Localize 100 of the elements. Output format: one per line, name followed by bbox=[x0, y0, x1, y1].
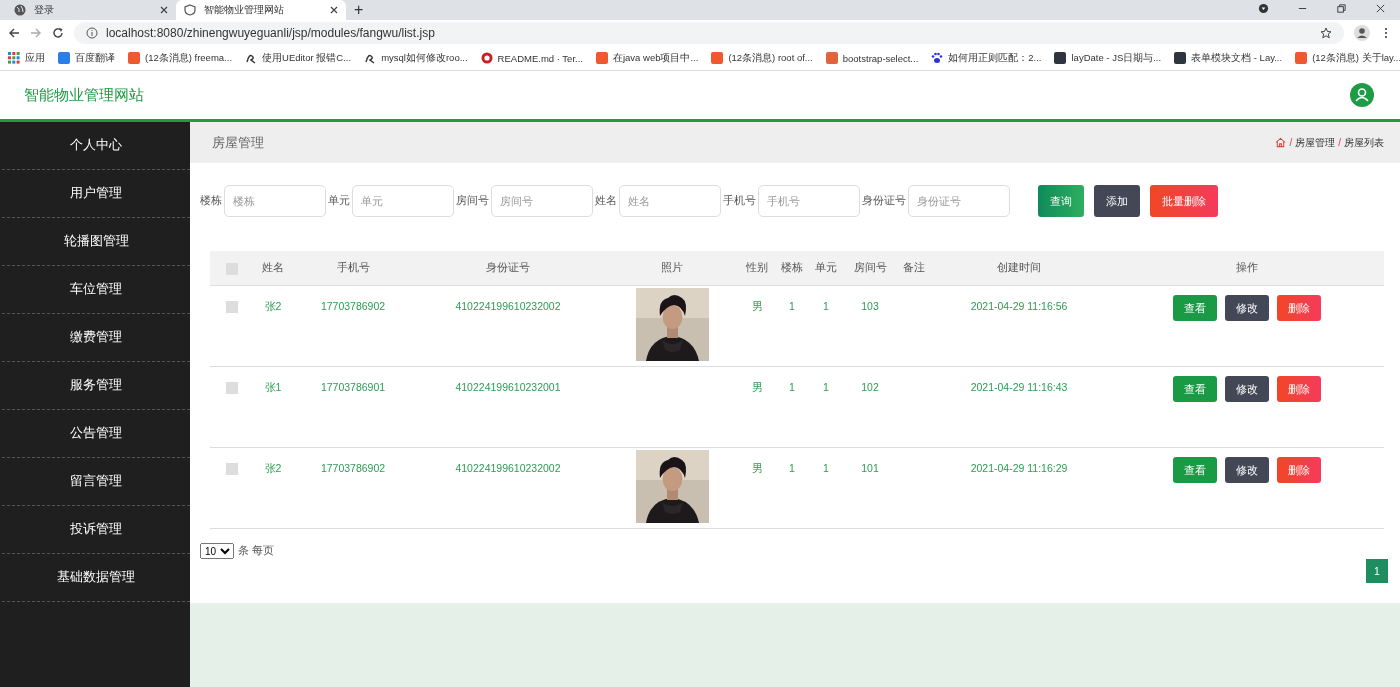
table-cell-text: 1 bbox=[822, 461, 830, 476]
star-icon[interactable] bbox=[1320, 27, 1332, 39]
table-cell-text: 2021-04-29 11:16:56 bbox=[969, 299, 1069, 314]
bookmark[interactable]: 如何用正则匹配：2... bbox=[931, 51, 1042, 65]
site-tile-icon bbox=[595, 52, 608, 64]
page-title: 房屋管理 bbox=[212, 133, 264, 152]
ring-icon bbox=[480, 52, 493, 64]
table-cell-text: 张2 bbox=[263, 461, 283, 476]
sidebar-item[interactable]: 服务管理 bbox=[2, 362, 190, 410]
page-button[interactable]: 1 bbox=[1366, 559, 1388, 583]
page-size-select[interactable]: 10 bbox=[200, 543, 234, 559]
bookmark[interactable]: 使用UEditor 报错C... bbox=[245, 51, 352, 65]
column-header: 手机号 bbox=[335, 261, 371, 275]
column-header: 房间号 bbox=[852, 261, 888, 275]
bookmark[interactable]: README.md · Ter... bbox=[480, 52, 583, 64]
filter-field[interactable]: 身份证号 bbox=[908, 185, 1010, 217]
sidebar-item[interactable]: 投诉管理 bbox=[2, 506, 190, 554]
restore-icon[interactable] bbox=[1336, 2, 1347, 14]
row-action-button[interactable]: 查看 bbox=[1173, 376, 1217, 402]
table-cell-text: 410224199610232002 bbox=[454, 461, 562, 476]
filter-label: 房间号 bbox=[456, 194, 489, 208]
table-cell-text: 1 bbox=[788, 380, 796, 395]
sidebar-item[interactable]: 车位管理 bbox=[2, 266, 190, 314]
home-icon[interactable] bbox=[1275, 137, 1287, 148]
filter-label: 身份证号 bbox=[862, 194, 906, 208]
tab-search-icon[interactable] bbox=[1258, 2, 1269, 14]
filter-label: 楼栋 bbox=[200, 194, 222, 208]
breadcrumb-link[interactable]: 房屋管理 bbox=[1295, 135, 1336, 150]
filter-field[interactable]: 楼栋 bbox=[224, 185, 326, 217]
bookmark[interactable]: (12条消息) root of... bbox=[711, 51, 813, 65]
action-button[interactable]: 查询 bbox=[1038, 185, 1084, 217]
close-icon[interactable] bbox=[330, 6, 338, 14]
action-button[interactable]: 批量删除 bbox=[1150, 185, 1218, 217]
table-cell-text: 男 bbox=[750, 380, 764, 395]
table-cell-text: 张2 bbox=[263, 299, 283, 314]
sidebar-item[interactable]: 留言管理 bbox=[2, 458, 190, 506]
apps-grid-icon bbox=[8, 52, 20, 64]
bookmark[interactable]: 在java web项目中... bbox=[595, 51, 699, 65]
new-tab-button[interactable]: + bbox=[354, 0, 364, 20]
site-tile-icon bbox=[1054, 52, 1067, 64]
filter-label: 姓名 bbox=[595, 194, 617, 208]
row-checkbox[interactable] bbox=[226, 382, 238, 394]
reload-icon[interactable] bbox=[52, 27, 64, 39]
bookmark[interactable]: 表单模块文档 - Lay... bbox=[1174, 51, 1283, 65]
globe-icon bbox=[14, 4, 26, 16]
row-checkbox[interactable] bbox=[226, 301, 238, 313]
bookmark[interactable]: mysql如何修改roo... bbox=[364, 51, 468, 65]
row-action-button[interactable]: 查看 bbox=[1173, 295, 1217, 321]
breadcrumb-link[interactable]: 房屋列表 bbox=[1344, 135, 1384, 150]
table-cell-text: 102 bbox=[860, 380, 880, 395]
table-cell-text: 1 bbox=[788, 299, 796, 314]
close-icon[interactable] bbox=[160, 6, 168, 14]
back-icon[interactable] bbox=[8, 27, 20, 39]
bookmark[interactable]: bootstrap-select... bbox=[825, 52, 919, 64]
breadcrumb-separator: / bbox=[1289, 137, 1293, 148]
sidebar-item[interactable]: 缴费管理 bbox=[2, 314, 190, 362]
sidebar-item[interactable]: 公告管理 bbox=[2, 410, 190, 458]
row-action-button[interactable]: 修改 bbox=[1225, 295, 1269, 321]
column-header: 姓名 bbox=[261, 261, 285, 275]
profile-icon[interactable] bbox=[1354, 25, 1370, 41]
site-tile-icon bbox=[58, 52, 70, 64]
bookmark[interactable]: (12条消息) freema... bbox=[128, 51, 233, 65]
user-avatar-icon[interactable] bbox=[1350, 83, 1374, 107]
site-tile-icon bbox=[1295, 52, 1308, 64]
close-icon[interactable] bbox=[1375, 2, 1386, 14]
bookmark[interactable]: 百度翻译 bbox=[58, 51, 115, 65]
filter-field[interactable]: 房间号 bbox=[491, 185, 593, 217]
table-cell-text: 101 bbox=[860, 461, 880, 476]
table-cell-text: 1 bbox=[788, 461, 796, 476]
action-button[interactable]: 添加 bbox=[1094, 185, 1140, 217]
sidebar-item[interactable]: 基础数据管理 bbox=[2, 554, 190, 602]
row-checkbox[interactable] bbox=[226, 463, 238, 475]
row-action-button[interactable]: 查看 bbox=[1173, 457, 1217, 483]
site-title: 智能物业管理网站 bbox=[24, 85, 144, 105]
row-action-button[interactable]: 删除 bbox=[1277, 457, 1321, 483]
table-cell-text: 17703786902 bbox=[319, 299, 387, 314]
info-icon bbox=[86, 27, 98, 39]
table-cell-text: 2021-04-29 11:16:29 bbox=[969, 461, 1069, 476]
column-header: 性别 bbox=[745, 261, 769, 275]
table-cell-text: 410224199610232002 bbox=[454, 299, 562, 314]
column-header: 操作 bbox=[1235, 261, 1259, 275]
bookmark[interactable]: 应用 bbox=[8, 51, 45, 65]
row-action-button[interactable]: 删除 bbox=[1277, 295, 1321, 321]
filter-field[interactable]: 单元 bbox=[352, 185, 454, 217]
filter-field[interactable]: 手机号 bbox=[758, 185, 860, 217]
browser-tab[interactable]: 登录 bbox=[6, 0, 176, 20]
row-action-button[interactable]: 修改 bbox=[1225, 457, 1269, 483]
column-header: 备注 bbox=[902, 261, 926, 275]
bookmark[interactable]: layDate - JS日期与... bbox=[1054, 51, 1162, 65]
address-field[interactable]: localhost:8080/zhinengwuyeguanli/jsp/modules/fangwu/list.jsp bbox=[74, 22, 1344, 44]
sidebar-item[interactable]: 用户管理 bbox=[2, 170, 190, 218]
row-action-button[interactable]: 修改 bbox=[1225, 376, 1269, 402]
table-cell-text: 男 bbox=[750, 461, 764, 476]
sidebar-item[interactable]: 轮播图管理 bbox=[2, 218, 190, 266]
table-cell-text: 1 bbox=[822, 299, 830, 314]
breadcrumb-separator: / bbox=[1338, 137, 1341, 148]
browser-tab[interactable]: 智能物业管理网站 bbox=[176, 0, 346, 20]
filter-field[interactable]: 姓名 bbox=[619, 185, 721, 217]
bookmark[interactable]: (12条消息) 关于lay... bbox=[1295, 51, 1400, 65]
row-action-button[interactable]: 删除 bbox=[1277, 376, 1321, 402]
